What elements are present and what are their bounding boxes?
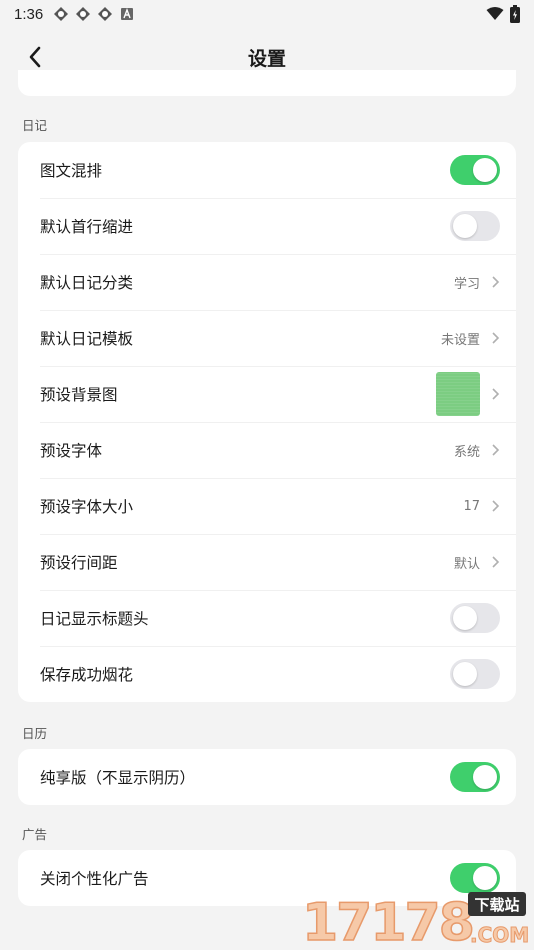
setting-label: 默认日记模板 (40, 330, 134, 348)
setting-value: 学习 (453, 276, 480, 292)
setting-row-font[interactable]: 预设字体 系统 (18, 422, 516, 478)
title-header-toggle[interactable] (450, 603, 500, 633)
section-title-diary: 日记 (22, 118, 48, 133)
chevron-right-icon (492, 388, 500, 400)
calendar-settings-card: 纯享版（不显示阴历） (18, 749, 516, 805)
back-arrow-icon (29, 46, 41, 68)
notification-icons (53, 6, 135, 22)
previous-settings-card (18, 70, 516, 96)
setting-row-font-size[interactable]: 预设字体大小 17 (18, 478, 516, 534)
setting-label: 默认首行缩进 (40, 218, 134, 236)
wifi-icon (486, 7, 504, 20)
setting-label: 默认日记分类 (40, 274, 134, 292)
svg-text:下载站: 下载站 (474, 896, 519, 914)
setting-label: 纯享版（不显示阴历） (40, 769, 196, 787)
setting-row-mixed-layout[interactable]: 图文混排 (18, 142, 516, 198)
back-button[interactable] (22, 44, 48, 70)
status-right-icons (486, 5, 520, 23)
section-title-ads: 广告 (22, 827, 48, 842)
app-notification-icon (76, 7, 91, 21)
chevron-right-icon (492, 444, 500, 456)
setting-value: 默认 (453, 556, 480, 572)
setting-row-fireworks[interactable]: 保存成功烟花 (18, 646, 516, 702)
setting-value: 未设置 (440, 332, 480, 348)
svg-text:17178: 17178 (302, 893, 473, 948)
svg-text:.COM: .COM (470, 923, 529, 947)
status-bar: 1:36 (0, 0, 534, 28)
page-title: 设置 (247, 47, 286, 70)
setting-row-indent[interactable]: 默认首行缩进 (18, 198, 516, 254)
fireworks-toggle[interactable] (450, 659, 500, 689)
setting-row-category[interactable]: 默认日记分类 学习 (18, 254, 516, 310)
setting-label: 预设行间距 (40, 554, 118, 572)
background-thumbnail (436, 372, 480, 416)
mixed-layout-toggle[interactable] (450, 155, 500, 185)
section-title-calendar: 日历 (22, 726, 48, 741)
pure-version-toggle[interactable] (450, 762, 500, 792)
app-notification-icon (54, 7, 69, 21)
chevron-right-icon (492, 332, 500, 344)
setting-value: 17 (463, 498, 480, 514)
chevron-right-icon (492, 556, 500, 568)
setting-label: 日记显示标题头 (40, 610, 149, 628)
chevron-right-icon (492, 276, 500, 288)
diary-settings-card: 图文混排 默认首行缩进 默认日记分类 学习 默认日记模板 未设置 预设背景图 预… (18, 142, 516, 702)
setting-label: 关闭个性化广告 (40, 870, 149, 888)
setting-label: 保存成功烟花 (40, 666, 134, 684)
setting-label: 图文混排 (40, 162, 103, 180)
chevron-right-icon (492, 500, 500, 512)
setting-row-background[interactable]: 预设背景图 (18, 366, 516, 422)
setting-row-pure-version[interactable]: 纯享版（不显示阴历） (18, 749, 516, 805)
setting-label: 预设字体 (40, 442, 103, 460)
status-time: 1:36 (14, 5, 44, 23)
setting-row-line-spacing[interactable]: 预设行间距 默认 (18, 534, 516, 590)
site-watermark-logo: 17178 下载站 .COM (301, 892, 530, 948)
indent-toggle[interactable] (450, 211, 500, 241)
app-notification-icon (98, 7, 113, 21)
setting-row-title-header[interactable]: 日记显示标题头 (18, 590, 516, 646)
setting-label: 预设字体大小 (40, 498, 134, 516)
setting-value: 系统 (453, 444, 480, 460)
a-notification-icon (121, 8, 134, 20)
personalized-ads-toggle[interactable] (450, 863, 500, 893)
setting-row-template[interactable]: 默认日记模板 未设置 (18, 310, 516, 366)
battery-icon (510, 5, 520, 23)
setting-label: 预设背景图 (40, 386, 118, 404)
